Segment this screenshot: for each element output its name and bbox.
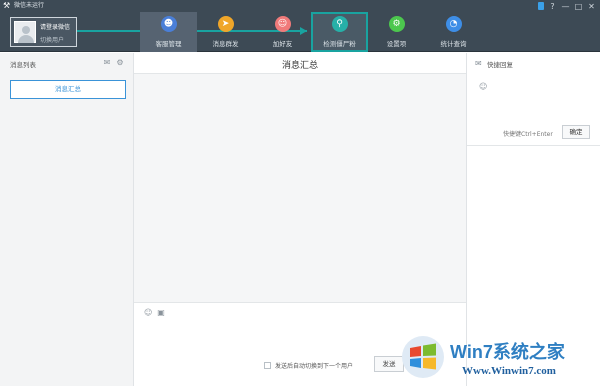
shortcut-hint: 快捷键Ctrl+Enter [503,131,553,138]
watermark-url: Www.Winwin7.com [462,365,556,377]
app-logo-icon: ⚒ [3,1,11,10]
add-friend-icon: ☺ [274,16,291,32]
nav-label: 统计查询 [440,40,467,48]
account-name[interactable]: 请登录微信 [40,22,70,31]
compose-toolbar: ☺ ▣ [144,309,165,317]
nav-label: 加好友 [272,40,293,48]
account-card[interactable]: 请登录微信 切换用户 [10,17,77,47]
sidebar-tools: ✉ ⚙ [103,59,124,67]
nav-label: 检测僵尸粉 [323,40,356,48]
watermark-title: Win7系统之家 [450,342,565,362]
confirm-button[interactable]: 确定 [562,125,590,139]
chat-bubble-icon: ✉ [475,59,482,68]
nav-item-zombie-check[interactable]: ⚲ 检测僵尸粉 [311,12,368,52]
quick-reply-header: ✉ 快捷回复 [475,59,513,70]
sidebar-title: 消息列表 [10,61,36,69]
watermark: Win7系统之家 Www.Winwin7.com [400,332,598,384]
page-title: 消息汇总 [281,61,318,71]
nav-item-add-friend[interactable]: ☺ 加好友 [254,12,311,52]
close-icon[interactable]: ✕ [587,2,596,11]
auto-switch-checkbox[interactable] [264,362,271,369]
nav-label: 消息群发 [212,40,239,48]
auto-switch-label: 发送后自动切换到下一个用户 [275,363,354,370]
title-bar: ⚒ 微信未运行 ? — □ ✕ [0,0,600,12]
minimize-icon[interactable]: — [561,2,570,11]
avatar [14,21,36,43]
window-controls: ? — □ ✕ [538,1,596,11]
nav-label: 客服管理 [155,40,182,48]
emoji-icon[interactable]: ☺ [144,309,152,317]
sidebar-header: 消息列表 ✉ ⚙ [0,53,134,73]
customer-service-icon: ☻ [160,16,177,32]
auto-switch-option[interactable]: 发送后自动切换到下一个用户 [264,361,353,370]
nav-item-settings[interactable]: ⚙ 设置项 [368,12,425,52]
header: ⚒ 微信未运行 ? — □ ✕ 请登录微信 切换用户 ☻ 客服管理 ➤ 消息群发… [0,0,600,52]
nav-item-statistics[interactable]: ◔ 统计查询 [425,12,482,52]
chat-icon[interactable]: ✉ [103,59,111,67]
nav-label: 设置项 [386,40,407,48]
message-history[interactable] [134,73,466,303]
nav-item-customer-service[interactable]: ☻ 客服管理 [140,12,197,52]
gear-icon: ⚙ [388,16,405,32]
gear-icon[interactable]: ⚙ [116,59,124,67]
sidebar: 消息列表 ✉ ⚙ 消息汇总 [0,53,134,386]
paper-plane-icon: ➤ [217,16,234,32]
pie-chart-icon: ◔ [445,16,462,32]
windows-logo-icon [402,336,444,378]
app-title: 微信未运行 [14,2,45,9]
help-icon[interactable]: ? [548,2,557,11]
message-summary-button[interactable]: 消息汇总 [10,80,126,99]
switch-user-link[interactable]: 切换用户 [40,35,64,44]
nav-item-mass-message[interactable]: ➤ 消息群发 [197,12,254,52]
maximize-icon[interactable]: □ [574,2,583,11]
divider [467,145,600,146]
quick-reply-title: 快捷回复 [487,61,513,69]
scan-icon: ⚲ [331,16,348,32]
main-nav: ☻ 客服管理 ➤ 消息群发 ☺ 加好友 ⚲ 检测僵尸粉 ⚙ 设置项 ◔ 统计查询 [140,12,482,52]
skin-icon[interactable] [538,2,544,10]
emoji-icon[interactable]: ☺ [479,83,487,91]
image-icon[interactable]: ▣ [157,309,165,317]
